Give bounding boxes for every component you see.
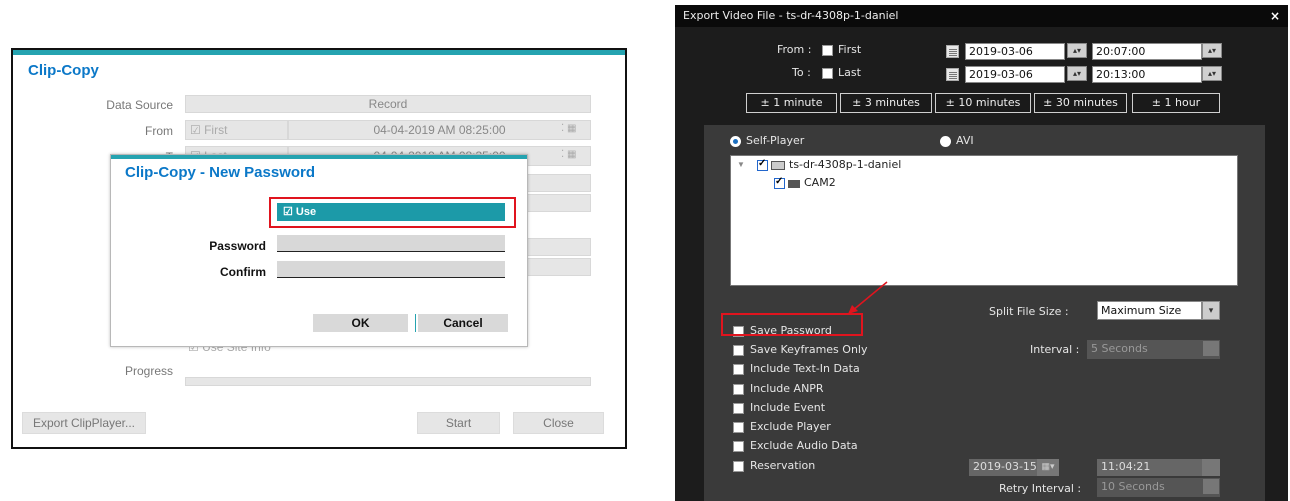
device-tree[interactable]: ▼ ts-dr-4308p-1-daniel CAM2 xyxy=(730,155,1238,286)
from-first-label: First xyxy=(838,43,862,56)
duration-30-minutes-button[interactable]: ± 30 minutes xyxy=(1034,93,1127,113)
use-highlight-box xyxy=(269,197,516,228)
progress-label: Progress xyxy=(124,364,173,378)
from-label: From : xyxy=(777,43,812,56)
export-clipplayer-button[interactable]: Export ClipPlayer... xyxy=(22,412,146,434)
include-event-checkbox[interactable] xyxy=(733,403,744,414)
recorder-icon xyxy=(771,161,785,170)
camera-icon xyxy=(788,180,800,188)
password-label: Password xyxy=(209,239,266,253)
tree-child-checkbox[interactable] xyxy=(774,176,785,189)
self-player-label: Self-Player xyxy=(746,134,805,147)
to-label: To : xyxy=(792,66,811,79)
duration-1-minute-button[interactable]: ± 1 minute xyxy=(746,93,837,113)
interval-dropdown-icon[interactable] xyxy=(1203,341,1219,356)
duration-3-minutes-button[interactable]: ± 3 minutes xyxy=(840,93,932,113)
include-text-in-checkbox[interactable] xyxy=(733,364,744,375)
reservation-time-input[interactable]: 11:04:21 xyxy=(1097,459,1202,476)
avi-label: AVI xyxy=(956,134,974,147)
include-anpr-label: Include ANPR xyxy=(750,382,824,395)
from-date-spin-icon[interactable]: ▴▾ xyxy=(1067,43,1087,58)
reservation-time-spin-icon[interactable] xyxy=(1202,459,1220,476)
interval-select[interactable]: 5 Seconds xyxy=(1087,340,1220,359)
focus-caret xyxy=(415,314,416,332)
clip-copy-window: Clip-Copy Data Source Record From ☑ Firs… xyxy=(11,48,627,449)
retry-interval-label: Retry Interval : xyxy=(999,482,1082,495)
interval-label: Interval : xyxy=(1030,343,1080,356)
to-time-input[interactable]: 20:13:00 xyxy=(1092,66,1202,83)
from-spin-icon[interactable]: ⁚ ▦ xyxy=(561,123,576,134)
chevron-down-icon[interactable]: ▾ xyxy=(1202,301,1220,320)
confirm-label: Confirm xyxy=(220,265,266,279)
close-button[interactable]: Close xyxy=(513,412,604,434)
duration-10-minutes-button[interactable]: ± 10 minutes xyxy=(935,93,1031,113)
to-last-checkbox[interactable] xyxy=(822,68,833,79)
save-keyframes-label: Save Keyframes Only xyxy=(750,343,868,356)
exclude-player-label: Exclude Player xyxy=(750,420,831,433)
data-source-label: Data Source xyxy=(106,98,173,112)
duration-1-hour-button[interactable]: ± 1 hour xyxy=(1132,93,1220,113)
split-file-size-label: Split File Size : xyxy=(989,305,1069,318)
to-time-spin-icon[interactable]: ▴▾ xyxy=(1202,66,1222,81)
new-password-dialog: Clip-Copy - New Password ☑ Use Password … xyxy=(110,154,528,347)
tree-child-label: CAM2 xyxy=(804,176,836,189)
cancel-button[interactable]: Cancel xyxy=(418,314,508,332)
start-button[interactable]: Start xyxy=(417,412,500,434)
from-first-checkbox[interactable]: ☑ First xyxy=(185,120,288,140)
from-time-input[interactable]: 20:07:00 xyxy=(1092,43,1202,60)
ok-button[interactable]: OK xyxy=(313,314,408,332)
hidden-field-4[interactable] xyxy=(518,258,591,276)
dialog-accent-bar xyxy=(111,155,527,159)
exclude-audio-label: Exclude Audio Data xyxy=(750,439,858,452)
include-anpr-checkbox[interactable] xyxy=(733,384,744,395)
progress-bar xyxy=(185,377,591,386)
export-video-window: Export Video File - ts-dr-4308p-1-daniel… xyxy=(675,5,1288,501)
to-spin-icon[interactable]: ⁚ ▦ xyxy=(561,149,576,160)
reservation-date-input[interactable]: 2019-03-15 xyxy=(969,459,1037,476)
reservation-label: Reservation xyxy=(750,459,816,472)
export-options-panel: Self-Player AVI ▼ ts-dr-4308p-1-daniel C… xyxy=(704,125,1265,501)
from-calendar-icon[interactable] xyxy=(946,45,959,58)
exclude-player-checkbox[interactable] xyxy=(733,422,744,433)
to-date-spin-icon[interactable]: ▴▾ xyxy=(1067,66,1087,81)
hidden-field-3[interactable] xyxy=(518,238,591,256)
close-icon[interactable]: × xyxy=(1270,5,1280,27)
from-time-spin-icon[interactable]: ▴▾ xyxy=(1202,43,1222,58)
reservation-checkbox[interactable] xyxy=(733,461,744,472)
to-last-label: Last xyxy=(838,66,861,79)
to-calendar-icon[interactable] xyxy=(946,68,959,81)
confirm-input[interactable] xyxy=(277,261,505,278)
new-password-title: Clip-Copy - New Password xyxy=(125,164,316,181)
include-text-in-label: Include Text-In Data xyxy=(750,362,860,375)
export-title-bar: Export Video File - ts-dr-4308p-1-daniel… xyxy=(675,5,1288,27)
tree-root-checkbox[interactable] xyxy=(757,158,768,171)
export-window-title: Export Video File - ts-dr-4308p-1-daniel xyxy=(683,9,899,22)
from-label: From xyxy=(145,124,173,138)
to-date-input[interactable]: 2019-03-06 xyxy=(965,66,1065,83)
retry-dropdown-icon[interactable] xyxy=(1203,479,1219,494)
from-datetime-field[interactable]: 04-04-2019 AM 08:25:00 xyxy=(288,120,591,140)
split-file-size-select[interactable]: Maximum Size xyxy=(1097,301,1202,320)
window-accent-bar xyxy=(13,50,625,55)
retry-interval-select[interactable]: 10 Seconds xyxy=(1097,478,1220,497)
reservation-calendar-icon[interactable]: ▦▾ xyxy=(1037,459,1059,476)
red-arrow-icon xyxy=(848,281,888,314)
hidden-field-2[interactable] xyxy=(518,194,591,212)
hidden-field-1[interactable] xyxy=(518,174,591,192)
include-event-label: Include Event xyxy=(750,401,826,414)
save-keyframes-checkbox[interactable] xyxy=(733,345,744,356)
clip-copy-title: Clip-Copy xyxy=(28,62,99,79)
from-date-input[interactable]: 2019-03-06 xyxy=(965,43,1065,60)
password-input[interactable] xyxy=(277,235,505,252)
avi-radio[interactable] xyxy=(940,136,951,147)
tree-root-label: ts-dr-4308p-1-daniel xyxy=(789,158,902,171)
from-first-checkbox[interactable] xyxy=(822,45,833,56)
data-source-select[interactable]: Record xyxy=(185,95,591,113)
self-player-radio[interactable] xyxy=(730,136,741,147)
exclude-audio-checkbox[interactable] xyxy=(733,441,744,452)
tree-expand-icon[interactable]: ▼ xyxy=(737,160,745,169)
